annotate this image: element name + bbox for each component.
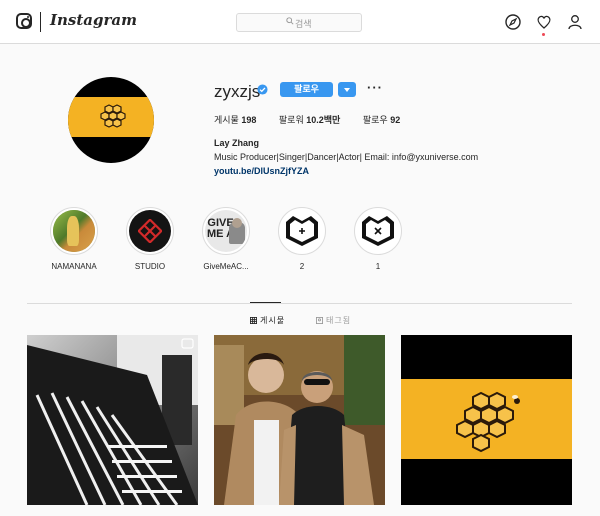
suggestions-dropdown-button[interactable]: [338, 82, 356, 97]
highlight-givemeac[interactable]: GIVE ME A GiveMeAC...: [198, 207, 254, 271]
highlight-studio[interactable]: STUDIO: [122, 207, 178, 271]
post-image-logo: [401, 335, 572, 505]
explore-icon[interactable]: [505, 14, 521, 30]
post-honeycomb-logo[interactable]: [401, 335, 572, 505]
notification-dot: [542, 33, 545, 36]
profile-stats: 게시물 198 팔로워 10.2백만 팔로우 92: [214, 113, 420, 126]
instagram-camera-icon[interactable]: [16, 13, 32, 29]
highlight-namanana[interactable]: NAMANANA: [46, 207, 102, 271]
tabs-divider: [27, 303, 572, 304]
stat-posts: 게시물 198: [214, 115, 257, 125]
post-piano[interactable]: [27, 335, 198, 505]
highlight-2[interactable]: 2: [274, 207, 330, 271]
logo-divider: [40, 12, 41, 32]
highlight-label: GiveMeAC...: [203, 262, 249, 271]
verified-badge-icon: [257, 84, 268, 95]
profile-external-link[interactable]: youtu.be/DlUsnZjfYZA: [214, 166, 309, 176]
highlight-label: 1: [375, 262, 381, 271]
highlight-1[interactable]: 1: [350, 207, 406, 271]
profile-bio: Music Producer|Singer|Dancer|Actor| Emai…: [214, 152, 479, 162]
more-options-icon[interactable]: ···: [367, 80, 383, 95]
post-two-men[interactable]: [214, 335, 385, 505]
search-icon: [286, 17, 294, 25]
profile-full-name: Lay Zhang: [214, 138, 260, 148]
post-image-piano: [27, 335, 198, 505]
grid-icon: [250, 317, 257, 324]
stat-following[interactable]: 팔로우 92: [363, 115, 400, 125]
tab-posts[interactable]: 게시물: [250, 315, 285, 326]
highlight-label: NAMANANA: [51, 262, 97, 271]
post-image-photo: [214, 335, 385, 505]
search-placeholder: 검색: [295, 19, 312, 29]
stat-followers[interactable]: 팔로워 10.2백만: [279, 115, 340, 125]
badge-shape-icon: [286, 216, 318, 246]
highlight-label: 2: [299, 262, 305, 271]
tab-tagged[interactable]: 태그됨: [316, 315, 351, 326]
top-navigation-bar: Instagram 검색: [0, 0, 600, 44]
tagged-icon: [316, 317, 323, 324]
profile-avatar[interactable]: [68, 77, 154, 163]
instagram-logo[interactable]: Instagram: [50, 11, 137, 29]
honeycomb-logo-icon: [100, 104, 126, 128]
search-input[interactable]: 검색: [236, 13, 362, 32]
profile-icon[interactable]: [567, 14, 583, 30]
badge-shape-icon: [362, 216, 394, 246]
studio-logo-icon: [138, 219, 162, 243]
active-tab-indicator: [250, 302, 281, 303]
profile-username: zyxzjs: [214, 82, 261, 101]
heart-icon[interactable]: [536, 14, 552, 30]
highlight-label: STUDIO: [134, 262, 166, 271]
follow-button[interactable]: 팔로우: [280, 82, 333, 97]
